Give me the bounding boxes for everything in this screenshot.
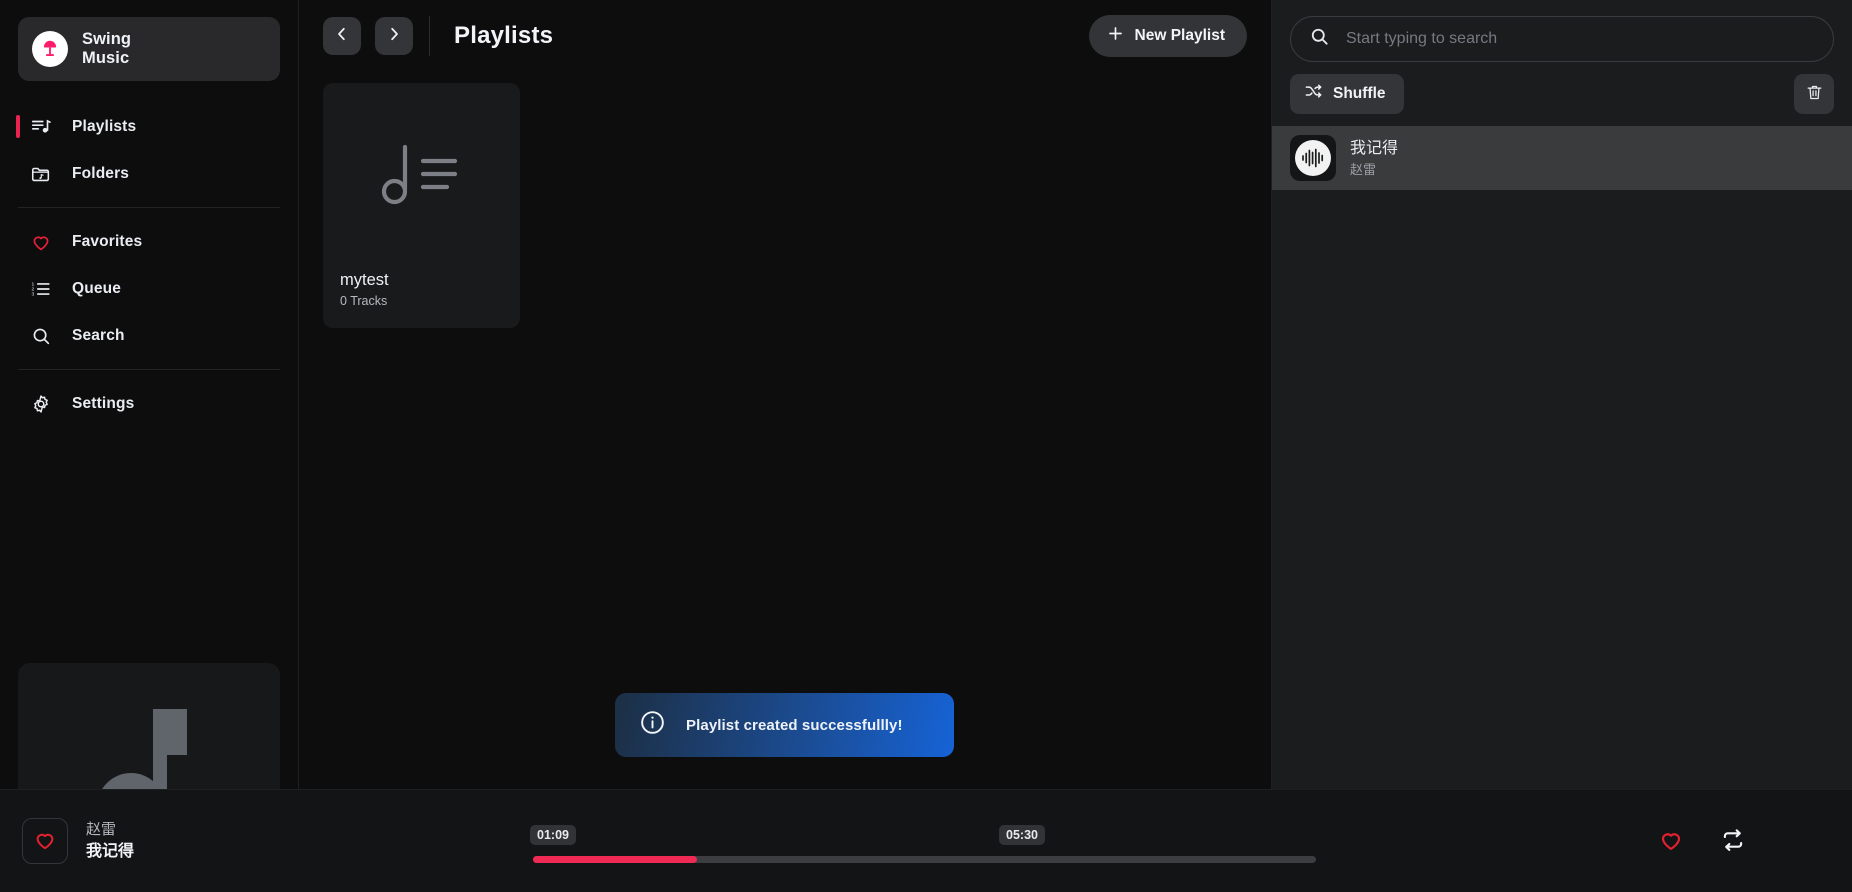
player-bar: 赵雷 我记得 01:09 05:30 bbox=[0, 789, 1852, 892]
info-icon bbox=[639, 709, 666, 741]
heart-icon bbox=[33, 828, 57, 855]
svg-text:2: 2 bbox=[31, 286, 34, 292]
sidebar-item-playlists[interactable]: Playlists bbox=[18, 103, 280, 150]
playlist-track-count: 0 Tracks bbox=[340, 294, 503, 308]
sidebar-divider-2 bbox=[18, 369, 280, 370]
svg-text:1: 1 bbox=[31, 281, 34, 287]
seek-bar[interactable] bbox=[533, 856, 1316, 863]
sidebar-item-label: Playlists bbox=[72, 118, 136, 136]
list-numbered-icon: 1 2 3 bbox=[30, 278, 52, 300]
sidebar-item-label: Settings bbox=[72, 395, 134, 413]
seek-bar-fill bbox=[533, 856, 697, 863]
sidebar-item-search[interactable]: Search bbox=[18, 312, 280, 359]
sidebar-item-settings[interactable]: Settings bbox=[18, 380, 280, 427]
playlist-icon bbox=[30, 116, 52, 138]
sidebar-item-label: Queue bbox=[72, 280, 121, 298]
waveform-icon bbox=[1295, 140, 1331, 176]
brand-button[interactable]: Swing Music bbox=[18, 17, 280, 81]
heart-icon bbox=[1658, 827, 1684, 856]
sidebar-item-queue[interactable]: 1 2 3 Queue bbox=[18, 265, 280, 312]
queue-panel: Shuffle bbox=[1272, 0, 1852, 892]
plus-icon bbox=[1106, 24, 1125, 48]
sidebar-item-favorites[interactable]: Favorites bbox=[18, 218, 280, 265]
toast-message: Playlist created successfullly! bbox=[686, 717, 903, 734]
sidebar-item-label: Folders bbox=[72, 165, 129, 183]
playlist-note-icon bbox=[323, 83, 520, 270]
trash-icon bbox=[1805, 83, 1824, 105]
sidebar-item-label: Favorites bbox=[72, 233, 142, 251]
repeat-icon bbox=[1720, 827, 1746, 856]
header-separator bbox=[429, 16, 430, 56]
repeat-button[interactable] bbox=[1720, 827, 1746, 856]
sidebar-item-label: Search bbox=[72, 327, 125, 345]
sidebar-nav: Playlists Folders bbox=[0, 103, 298, 427]
player-controls-right bbox=[1552, 827, 1852, 856]
favorite-button[interactable] bbox=[22, 818, 68, 864]
lamp-icon bbox=[32, 31, 68, 67]
back-button[interactable] bbox=[323, 17, 361, 55]
search-box[interactable] bbox=[1290, 16, 1834, 62]
queue-item-text: 我记得 赵雷 bbox=[1350, 139, 1398, 178]
main-header: Playlists New Playlist bbox=[299, 0, 1271, 71]
player-title: 我记得 bbox=[86, 841, 134, 863]
new-playlist-label: New Playlist bbox=[1135, 27, 1225, 45]
svg-text:3: 3 bbox=[31, 291, 34, 297]
current-time: 01:09 bbox=[530, 825, 576, 845]
sidebar-divider bbox=[18, 207, 280, 208]
main-content: Playlists New Playlist mytest bbox=[299, 0, 1272, 892]
shuffle-label: Shuffle bbox=[1333, 85, 1386, 103]
page-title: Playlists bbox=[454, 22, 553, 50]
gear-icon bbox=[30, 393, 52, 415]
search-input[interactable] bbox=[1346, 30, 1815, 48]
playlist-grid: mytest 0 Tracks bbox=[299, 71, 1271, 340]
queue-toolbar: Shuffle bbox=[1272, 62, 1852, 126]
queue-item[interactable]: 我记得 赵雷 bbox=[1272, 126, 1852, 190]
playlist-card[interactable]: mytest 0 Tracks bbox=[323, 83, 520, 328]
new-playlist-button[interactable]: New Playlist bbox=[1089, 15, 1247, 57]
chevron-right-icon bbox=[385, 25, 403, 46]
queue-item-artist: 赵雷 bbox=[1350, 161, 1398, 178]
search-container bbox=[1272, 0, 1852, 62]
heart-icon bbox=[30, 231, 52, 253]
player-meta: 赵雷 我记得 bbox=[86, 820, 134, 863]
duration-time: 05:30 bbox=[999, 825, 1045, 845]
folder-music-icon bbox=[30, 163, 52, 185]
sidebar: Swing Music Playlists bbox=[0, 0, 299, 892]
app-root: Swing Music Playlists bbox=[0, 0, 1852, 892]
queue-item-thumb bbox=[1290, 135, 1336, 181]
player-artist: 赵雷 bbox=[86, 820, 134, 840]
player-progress-area: 01:09 05:30 bbox=[300, 790, 1552, 892]
brand-title: Swing Music bbox=[82, 30, 131, 68]
sidebar-item-folders[interactable]: Folders bbox=[18, 150, 280, 197]
forward-button[interactable] bbox=[375, 17, 413, 55]
clear-queue-button[interactable] bbox=[1794, 74, 1834, 114]
search-icon bbox=[1309, 26, 1330, 52]
playlist-name: mytest bbox=[340, 270, 503, 291]
toast-notification: Playlist created successfullly! bbox=[615, 693, 954, 757]
shuffle-icon bbox=[1304, 82, 1323, 106]
shuffle-button[interactable]: Shuffle bbox=[1290, 74, 1404, 114]
playlist-card-meta: mytest 0 Tracks bbox=[323, 270, 520, 328]
player-track-info: 赵雷 我记得 bbox=[0, 818, 300, 864]
like-button[interactable] bbox=[1658, 827, 1684, 856]
search-icon bbox=[30, 325, 52, 347]
chevron-left-icon bbox=[333, 25, 351, 46]
queue-item-title: 我记得 bbox=[1350, 139, 1398, 159]
